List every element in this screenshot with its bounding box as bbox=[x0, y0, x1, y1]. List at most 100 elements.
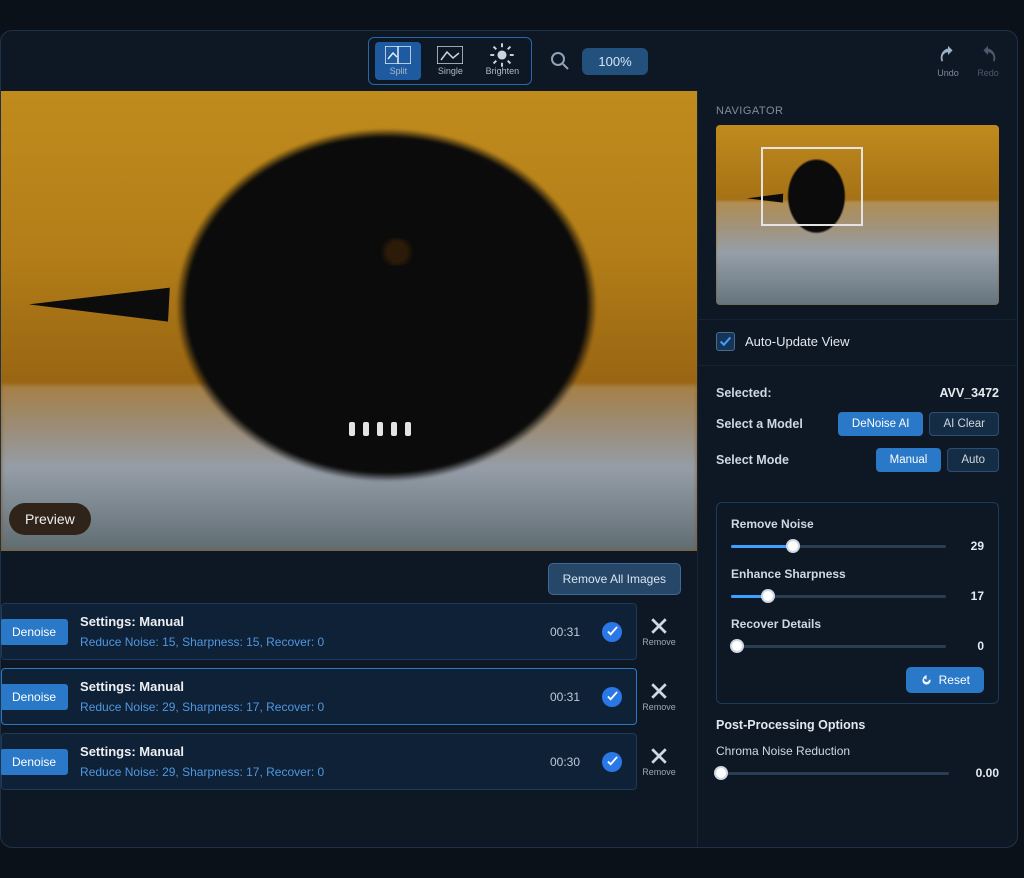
queue-row: Denoise Settings: Manual Reduce Noise: 29,… bbox=[1, 668, 681, 725]
check-badge-icon bbox=[602, 687, 622, 707]
denoise-tag: Denoise bbox=[1, 749, 68, 775]
remove-card-button[interactable]: Remove bbox=[637, 733, 681, 790]
view-mode-group: Split Single Brighten bbox=[368, 37, 532, 85]
view-split-label: Split bbox=[390, 66, 408, 76]
view-split-button[interactable]: Split bbox=[375, 42, 421, 80]
chroma-slider[interactable] bbox=[716, 772, 949, 775]
undo-redo-group: Undo Redo bbox=[937, 44, 999, 78]
remove-noise-label: Remove Noise bbox=[731, 517, 984, 531]
mode-manual-button[interactable]: Manual bbox=[876, 448, 942, 472]
chroma-value: 0.00 bbox=[959, 766, 999, 780]
recover-details-row: Recover Details 0 bbox=[731, 617, 984, 653]
selected-row: Selected: AVV_3472 bbox=[716, 380, 999, 406]
close-icon bbox=[650, 747, 668, 765]
reset-button[interactable]: Reset bbox=[906, 667, 984, 693]
chroma-label: Chroma Noise Reduction bbox=[716, 744, 999, 758]
close-icon bbox=[650, 682, 668, 700]
selected-label: Selected: bbox=[716, 386, 772, 400]
auto-update-label: Auto-Update View bbox=[745, 334, 850, 349]
sliders-block: Remove Noise 29 Enhance Sharpness bbox=[716, 502, 999, 704]
remove-label: Remove bbox=[642, 767, 676, 777]
view-single-label: Single bbox=[438, 66, 463, 76]
top-toolbar: Split Single Brighten 100% bbox=[1, 31, 1017, 91]
card-duration: 00:30 bbox=[550, 755, 580, 769]
magnifier-icon[interactable] bbox=[550, 51, 570, 71]
single-view-icon bbox=[437, 46, 463, 64]
remove-all-row: Remove All Images bbox=[1, 551, 697, 603]
select-mode-label: Select Mode bbox=[716, 453, 789, 467]
recover-details-value: 0 bbox=[956, 639, 984, 653]
brighten-icon bbox=[489, 46, 515, 64]
remove-label: Remove bbox=[642, 702, 676, 712]
card-title: Settings: Manual bbox=[80, 614, 538, 629]
left-column: Preview Remove All Images Denoise Setting… bbox=[1, 91, 697, 847]
mode-auto-button[interactable]: Auto bbox=[947, 448, 999, 472]
preview-image bbox=[1, 91, 697, 551]
model-denoise-ai-button[interactable]: DeNoise AI bbox=[838, 412, 924, 436]
check-badge-icon bbox=[602, 622, 622, 642]
denoise-tag: Denoise bbox=[1, 619, 68, 645]
view-brighten-label: Brighten bbox=[486, 66, 520, 76]
navigator-viewport-frame[interactable] bbox=[761, 147, 863, 226]
app-window: Split Single Brighten 100% bbox=[0, 30, 1018, 848]
card-subtitle: Reduce Noise: 29, Sharpness: 17, Recover… bbox=[80, 765, 538, 779]
queue-card[interactable]: Denoise Settings: Manual Reduce Noise: 29,… bbox=[1, 733, 637, 790]
preview-viewport[interactable]: Preview bbox=[1, 91, 697, 551]
select-model-row: Select a Model DeNoise AI AI Clear bbox=[716, 406, 999, 442]
model-ai-clear-button[interactable]: AI Clear bbox=[929, 412, 999, 436]
post-processing-section: Post-Processing Options Chroma Noise Red… bbox=[698, 704, 1017, 780]
remove-label: Remove bbox=[642, 637, 676, 647]
reset-label: Reset bbox=[939, 673, 970, 687]
enhance-sharpness-value: 17 bbox=[956, 589, 984, 603]
select-mode-row: Select Mode Manual Auto bbox=[716, 442, 999, 478]
navigator-thumbnail[interactable] bbox=[716, 125, 999, 305]
remove-card-button[interactable]: Remove bbox=[637, 603, 681, 660]
queue-list: Denoise Settings: Manual Reduce Noise: 15,… bbox=[1, 603, 697, 847]
preview-badge: Preview bbox=[9, 503, 91, 535]
enhance-sharpness-label: Enhance Sharpness bbox=[731, 567, 984, 581]
main-area: Preview Remove All Images Denoise Setting… bbox=[1, 91, 1017, 847]
remove-noise-slider[interactable] bbox=[731, 545, 946, 548]
card-body: Settings: Manual Reduce Noise: 29, Sharpn… bbox=[80, 744, 538, 779]
auto-update-row[interactable]: Auto-Update View bbox=[698, 319, 1017, 366]
enhance-sharpness-row: Enhance Sharpness 17 bbox=[731, 567, 984, 603]
card-body: Settings: Manual Reduce Noise: 15, Sharpn… bbox=[80, 614, 538, 649]
undo-label: Undo bbox=[937, 68, 959, 78]
view-brighten-button[interactable]: Brighten bbox=[479, 42, 525, 80]
remove-noise-row: Remove Noise 29 bbox=[731, 517, 984, 553]
navigator-label: NAVIGATOR bbox=[698, 91, 1017, 125]
enhance-sharpness-slider[interactable] bbox=[731, 595, 946, 598]
card-duration: 00:31 bbox=[550, 625, 580, 639]
remove-card-button[interactable]: Remove bbox=[637, 668, 681, 725]
denoise-tag: Denoise bbox=[1, 684, 68, 710]
card-body: Settings: Manual Reduce Noise: 29, Sharpn… bbox=[80, 679, 538, 714]
select-model-label: Select a Model bbox=[716, 417, 803, 431]
undo-button[interactable]: Undo bbox=[937, 44, 959, 78]
recover-details-slider[interactable] bbox=[731, 645, 946, 648]
remove-all-images-button[interactable]: Remove All Images bbox=[548, 563, 681, 595]
auto-update-checkbox[interactable] bbox=[716, 332, 735, 351]
card-title: Settings: Manual bbox=[80, 679, 538, 694]
redo-button[interactable]: Redo bbox=[977, 44, 999, 78]
queue-card[interactable]: Denoise Settings: Manual Reduce Noise: 29,… bbox=[1, 668, 637, 725]
card-subtitle: Reduce Noise: 15, Sharpness: 15, Recover… bbox=[80, 635, 538, 649]
split-view-icon bbox=[385, 46, 411, 64]
redo-label: Redo bbox=[977, 68, 999, 78]
queue-row: Denoise Settings: Manual Reduce Noise: 15,… bbox=[1, 603, 681, 660]
close-icon bbox=[650, 617, 668, 635]
model-segmented: DeNoise AI AI Clear bbox=[838, 412, 999, 436]
mode-segmented: Manual Auto bbox=[876, 448, 999, 472]
queue-row: Denoise Settings: Manual Reduce Noise: 29,… bbox=[1, 733, 681, 790]
zoom-controls: 100% bbox=[550, 48, 647, 75]
right-panel: NAVIGATOR Auto-Update View Selected: AVV… bbox=[697, 91, 1017, 847]
card-subtitle: Reduce Noise: 29, Sharpness: 17, Recover… bbox=[80, 700, 538, 714]
card-duration: 00:31 bbox=[550, 690, 580, 704]
zoom-level[interactable]: 100% bbox=[582, 48, 647, 75]
reset-icon bbox=[920, 674, 933, 687]
post-processing-title: Post-Processing Options bbox=[716, 718, 999, 732]
queue-card[interactable]: Denoise Settings: Manual Reduce Noise: 15,… bbox=[1, 603, 637, 660]
card-title: Settings: Manual bbox=[80, 744, 538, 759]
remove-noise-value: 29 bbox=[956, 539, 984, 553]
selected-value: AVV_3472 bbox=[939, 386, 999, 400]
view-single-button[interactable]: Single bbox=[427, 42, 473, 80]
